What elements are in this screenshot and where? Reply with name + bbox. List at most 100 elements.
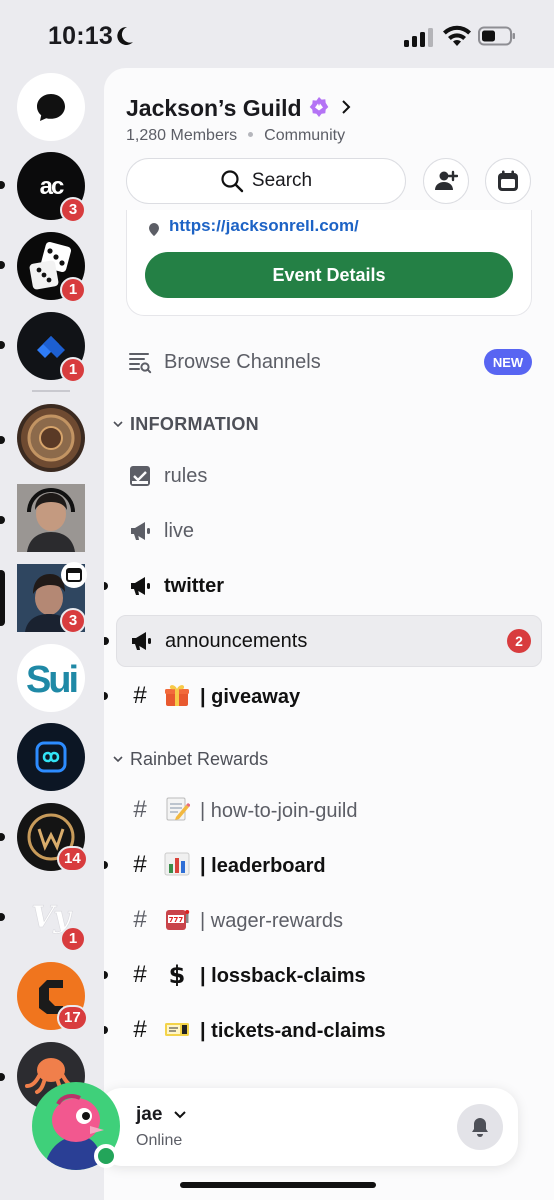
svg-text:$: $ bbox=[169, 962, 186, 986]
chevron-down-icon[interactable] bbox=[172, 1108, 188, 1122]
member-count: 1,280 Members bbox=[126, 127, 238, 144]
channel-label: | lossback-claims bbox=[200, 965, 366, 987]
unread-indicator bbox=[0, 833, 5, 841]
server-rail: ac 3 1 1 3 Sui 14 Vy 1 17 bbox=[0, 70, 104, 1200]
channel-leaderboard[interactable]: # | leaderboard bbox=[104, 840, 554, 890]
channel-label: twitter bbox=[164, 574, 224, 597]
unread-indicator bbox=[104, 692, 108, 700]
channel-label: | how-to-join-guild bbox=[200, 800, 358, 822]
selected-server-indicator bbox=[0, 570, 5, 626]
server-link-logo[interactable] bbox=[17, 723, 85, 791]
browse-icon bbox=[128, 350, 152, 374]
status-bar: 10:13 bbox=[0, 0, 554, 70]
unread-indicator bbox=[104, 637, 109, 645]
channel-wager-rewards[interactable]: # 777 | wager-rewards bbox=[104, 895, 554, 945]
unread-indicator bbox=[0, 913, 5, 921]
ticket-emoji-icon bbox=[165, 1023, 189, 1036]
add-user-icon bbox=[435, 170, 458, 190]
server-mention-badge: 1 bbox=[60, 277, 86, 303]
hashtag-icon: # bbox=[133, 682, 147, 709]
channel-label-wrap: | tickets-and-claims bbox=[164, 1017, 386, 1043]
svg-text:Sui: Sui bbox=[26, 659, 77, 701]
calendar-icon bbox=[498, 170, 518, 191]
channel-label: | tickets-and-claims bbox=[200, 1020, 386, 1042]
unread-indicator bbox=[0, 436, 5, 444]
server-mention-badge: 3 bbox=[60, 197, 86, 223]
wifi-icon bbox=[443, 25, 471, 46]
channel-label-wrap: $ | lossback-claims bbox=[164, 962, 366, 988]
unread-indicator bbox=[0, 181, 5, 189]
sui-logo-icon: Sui bbox=[26, 659, 80, 701]
invite-members-button[interactable] bbox=[423, 158, 469, 204]
channel-twitter[interactable]: twitter bbox=[104, 561, 554, 611]
events-button[interactable] bbox=[485, 158, 531, 204]
server-mention-badge: 1 bbox=[60, 926, 86, 952]
unread-indicator bbox=[0, 516, 5, 524]
rules-icon bbox=[128, 464, 152, 488]
server-mention-badge: 1 bbox=[60, 357, 86, 383]
search-label: Search bbox=[251, 170, 313, 191]
channel-lossback-claims[interactable]: # $ | lossback-claims bbox=[104, 950, 554, 1000]
svg-text:777: 777 bbox=[169, 916, 184, 924]
chevron-down-icon bbox=[113, 421, 123, 428]
server-mention-badge: 3 bbox=[60, 608, 86, 634]
category-label: INFORMATION bbox=[130, 413, 259, 434]
moon-icon bbox=[117, 26, 133, 45]
channel-panel: Jackson’s Guild 1,280 Members Community S… bbox=[104, 68, 554, 1200]
event-link[interactable]: https://jacksonrell.com/ bbox=[169, 220, 359, 236]
server-mention-badge: 14 bbox=[57, 846, 88, 872]
bronze-emblem-icon bbox=[21, 408, 81, 468]
channel-rules[interactable]: rules bbox=[104, 451, 554, 501]
server-bronze-emblem[interactable] bbox=[17, 404, 85, 472]
calendar-icon bbox=[66, 568, 82, 582]
chat-bubble-icon bbox=[37, 94, 65, 121]
dollar-sign-emoji-icon: $ bbox=[169, 962, 186, 986]
channel-label-wrap: | how-to-join-guild bbox=[164, 797, 358, 823]
location-pin-icon bbox=[149, 223, 159, 236]
unread-indicator bbox=[104, 861, 108, 869]
boost-badge-icon bbox=[309, 97, 329, 117]
event-indicator bbox=[61, 562, 87, 588]
hashtag-icon: # bbox=[133, 1016, 147, 1043]
unread-indicator bbox=[104, 582, 108, 590]
search-button[interactable]: Search bbox=[126, 158, 406, 204]
category-information[interactable]: INFORMATION bbox=[104, 406, 554, 442]
channel-label: | giveaway bbox=[200, 686, 301, 708]
unread-indicator bbox=[0, 261, 5, 269]
user-status: Online bbox=[136, 1132, 183, 1149]
channel-label: live bbox=[164, 519, 195, 542]
svg-text:ac: ac bbox=[40, 173, 64, 200]
mention-badge: 2 bbox=[507, 629, 531, 653]
person-avatar-icon bbox=[17, 484, 85, 552]
notifications-button[interactable] bbox=[457, 1104, 503, 1150]
server-portrait[interactable] bbox=[17, 484, 85, 552]
browse-channels-label: Browse Channels bbox=[164, 350, 321, 373]
channel-label-wrap: | leaderboard bbox=[164, 852, 326, 878]
channel-announcements[interactable]: announcements 2 bbox=[104, 615, 542, 667]
chevron-right-icon[interactable] bbox=[340, 99, 352, 115]
channel-tickets-and-claims[interactable]: # | tickets-and-claims bbox=[104, 1005, 554, 1055]
direct-messages-button[interactable] bbox=[17, 73, 85, 141]
event-details-button[interactable]: Event Details bbox=[145, 252, 513, 298]
channel-label: | wager-rewards bbox=[200, 910, 344, 932]
channel-label: announcements bbox=[165, 629, 308, 652]
user-panel[interactable] bbox=[98, 1088, 518, 1166]
username[interactable]: jae bbox=[136, 1104, 162, 1126]
bell-icon bbox=[472, 1118, 488, 1137]
unread-indicator bbox=[0, 341, 5, 349]
channel-live[interactable]: live bbox=[104, 506, 554, 556]
guild-title[interactable]: Jackson’s Guild bbox=[126, 95, 302, 122]
chevron-down-icon bbox=[113, 756, 123, 763]
megaphone-icon bbox=[129, 629, 153, 653]
unread-indicator bbox=[104, 1026, 108, 1034]
category-rainbet-rewards[interactable]: Rainbet Rewards bbox=[104, 741, 554, 777]
hashtag-icon: # bbox=[133, 796, 147, 823]
category-label: Rainbet Rewards bbox=[130, 748, 269, 769]
channel-giveaway[interactable]: # | giveaway bbox=[104, 671, 554, 721]
server-sui[interactable]: Sui bbox=[17, 644, 85, 712]
browse-channels[interactable]: Browse Channels NEW bbox=[104, 337, 554, 387]
chain-link-icon bbox=[35, 741, 67, 773]
new-badge: NEW bbox=[484, 349, 532, 375]
channel-how-to-join-guild[interactable]: # | how-to-join-guild bbox=[104, 785, 554, 835]
megaphone-icon bbox=[128, 574, 152, 598]
